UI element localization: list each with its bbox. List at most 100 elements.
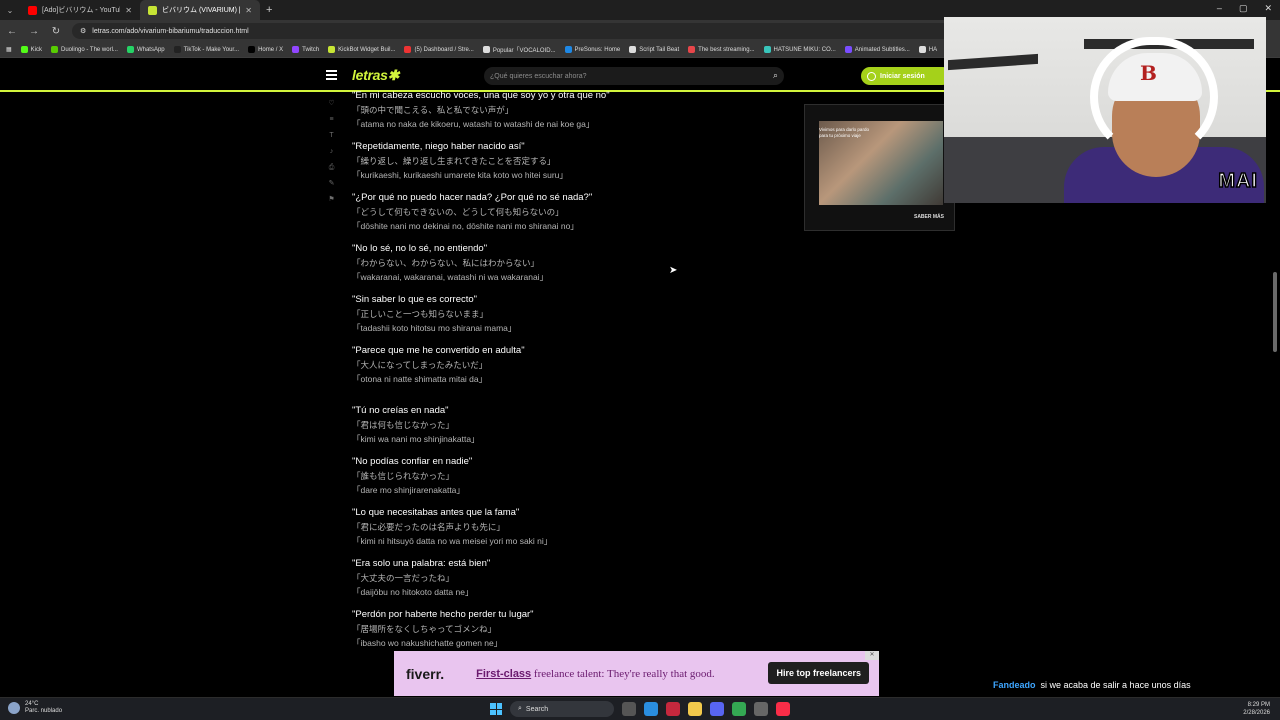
forward-arrow-icon[interactable]: →: [28, 26, 40, 37]
bookmark-item[interactable]: The best streaming...: [688, 46, 755, 53]
streamer-name-overlay: MAI: [1218, 169, 1258, 193]
ad-close-icon[interactable]: ✕: [865, 651, 879, 660]
chat-text: si we acaba de salir a hace unos días: [1040, 680, 1191, 690]
tab-close-icon[interactable]: ✕: [245, 6, 252, 15]
youtube-icon: [28, 5, 37, 15]
tiktok-icon: [173, 46, 181, 53]
romaji-line: 「daijōbu no hitokoto datta ne」: [352, 587, 474, 597]
edge-icon[interactable]: [644, 702, 658, 716]
search-placeholder: ¿Qué quieres escuchar ahora?: [490, 72, 587, 80]
bookmark-item[interactable]: Kick: [20, 46, 42, 53]
chrome-icon[interactable]: [732, 702, 746, 716]
bookmark-item[interactable]: TikTok - Make Your...: [173, 46, 239, 53]
playlist-add-icon[interactable]: ≡: [327, 116, 336, 124]
romaji-line: 「dōshite nani mo dekinai no, dōshite nan…: [352, 221, 579, 231]
duolingo-icon: [51, 46, 59, 53]
lyric-line: "No podías confiar en nadie" 「誰も信じられなかった…: [352, 455, 772, 497]
subtitles-icon: [844, 46, 852, 53]
windows-start-icon[interactable]: [490, 703, 502, 715]
kick-icon: [20, 46, 28, 53]
x-icon: [248, 46, 256, 53]
learn-more-button[interactable]: SABER MÁS: [914, 214, 944, 220]
new-tab-plus-icon[interactable]: +: [266, 4, 272, 16]
lyric-line: "Era solo una palabra: está bien" 「大丈夫の一…: [352, 557, 772, 599]
tab-close-icon[interactable]: ✕: [125, 6, 132, 15]
url-field[interactable]: ⚙ letras.com/ado/vivarium-bibariumu/trad…: [72, 23, 952, 39]
tab-search-chevron-icon[interactable]: ⌄: [0, 6, 20, 15]
romaji-line: 「ibasho wo nakushichatte gomen ne」: [352, 638, 503, 648]
chat-username: Fandeado: [993, 680, 1036, 690]
bookmark-item[interactable]: WhatsApp: [126, 46, 165, 53]
spanish-line: "Perdón por haberte hecho perder tu luga…: [352, 609, 534, 620]
bookmark-item[interactable]: Animated Subtitles...: [844, 46, 910, 53]
search-icon: ⌕: [518, 705, 522, 712]
reload-icon[interactable]: ↻: [50, 26, 62, 37]
site-search-input[interactable]: ¿Qué quieres escuchar ahora? ⌕: [484, 67, 784, 85]
music-app-icon[interactable]: [776, 702, 790, 716]
japanese-line: 「君は何も信じなかった」: [352, 420, 455, 430]
discord-icon[interactable]: [710, 702, 724, 716]
bookmark-icon: [918, 46, 926, 53]
task-view-icon[interactable]: [622, 702, 636, 716]
hire-freelancers-button[interactable]: Hire top freelancers: [768, 662, 869, 684]
spanish-line: "¿Por qué no puedo hacer nada? ¿Por qué …: [352, 192, 593, 203]
folder-icon: [482, 46, 490, 53]
spanish-line: "Era solo una palabra: está bien": [352, 558, 491, 569]
minimize-icon[interactable]: –: [1217, 3, 1222, 14]
tab-title: [Ado]ビバリウム - YouTube: [42, 7, 121, 14]
url-text: letras.com/ado/vivarium-bibariumu/traduc…: [92, 27, 249, 35]
cap-logo: B: [1140, 61, 1157, 85]
maximize-icon[interactable]: ▢: [1239, 3, 1248, 14]
ad-video-text: Vivimos para darlo pardo para tu próximo…: [819, 127, 869, 138]
weather-widget[interactable]: 24°C Parc. nublado: [8, 701, 62, 715]
mouse-cursor-icon: ➤: [669, 265, 678, 276]
letras-logo[interactable]: letras✱: [352, 67, 399, 84]
bookmark-item[interactable]: HATSUNE MIKU: CO...: [763, 46, 836, 53]
steam-icon[interactable]: [666, 702, 680, 716]
bookmark-item[interactable]: PreSonus: Home: [564, 46, 620, 53]
bookmark-item[interactable]: HA: [918, 46, 937, 53]
bookmark-item[interactable]: (5) Dashboard / Stre...: [404, 46, 474, 53]
page-scrollbar[interactable]: [1273, 272, 1277, 352]
print-icon[interactable]: ⎙: [327, 164, 336, 172]
flag-icon[interactable]: ⚑: [327, 196, 336, 204]
lyric-line: "Sin saber lo que es correcto" 「正しいこと一つも…: [352, 293, 772, 335]
chat-message: Fandeado si we acaba de salir a hace unos…: [993, 680, 1191, 690]
romaji-line: 「kurikaeshi, kurikaeshi umarete kita kot…: [352, 170, 568, 180]
edit-icon[interactable]: ✎: [327, 180, 336, 188]
bookmark-item[interactable]: Duolingo - The worl...: [51, 46, 118, 53]
taskbar-search[interactable]: ⌕ Search: [510, 701, 614, 717]
bookmark-item[interactable]: Home / X: [248, 46, 283, 53]
hamburger-menu-icon[interactable]: [326, 70, 337, 82]
apps-grid-icon[interactable]: ▦: [6, 46, 12, 53]
favorite-heart-icon[interactable]: ♡: [327, 100, 336, 108]
lyrics-translation: "En mi cabeza escucho voces, una que soy…: [352, 89, 772, 659]
system-clock[interactable]: 8:29 PM 2/28/2026: [1243, 701, 1270, 717]
clock-time: 8:29 PM: [1247, 702, 1270, 708]
tab-letras[interactable]: ビバリウム (VIVARIUM) [EN ESPAÑ ✕: [140, 0, 260, 20]
file-explorer-icon[interactable]: [688, 702, 702, 716]
bookmark-item[interactable]: Script Tail Beat: [629, 46, 679, 53]
romaji-line: 「otona ni natte shimatta mitai da」: [352, 374, 488, 384]
lyric-line: "No lo sé, no lo sé, no entiendo" 「わからない…: [352, 242, 772, 284]
bookmark-item[interactable]: KickBot Widget Buil...: [328, 46, 395, 53]
font-size-icon[interactable]: T: [327, 132, 336, 140]
romaji-line: 「dare mo shinjirarenakatta」: [352, 485, 465, 495]
lyric-line: "Lo que necesitabas antes que la fama" 「…: [352, 506, 772, 548]
login-button[interactable]: Iniciar sesión: [861, 67, 951, 85]
site-info-icon[interactable]: ⚙: [80, 27, 86, 35]
bookmark-item[interactable]: Popular「VOCALOID...: [482, 45, 556, 54]
back-arrow-icon[interactable]: ←: [6, 26, 18, 37]
tone-icon[interactable]: ♪: [327, 148, 336, 156]
tab-youtube[interactable]: [Ado]ビバリウム - YouTube ✕: [20, 0, 140, 20]
spanish-line: "No podías confiar en nadie": [352, 456, 473, 467]
twitch-icon: [292, 46, 300, 53]
side-video-ad[interactable]: Vivimos para darlo pardo para tu próximo…: [804, 104, 955, 231]
fiverr-banner-ad[interactable]: fiverr. First-class freelance talent: Th…: [394, 651, 879, 696]
tab-title: ビバリウム (VIVARIUM) [EN ESPAÑ: [162, 7, 240, 14]
settings-icon[interactable]: [754, 702, 768, 716]
close-window-icon[interactable]: ✕: [1264, 3, 1272, 14]
bookmark-item[interactable]: Twitch: [292, 46, 319, 53]
romaji-line: 「atama no naka de kikoeru, watashi to wa…: [352, 119, 595, 129]
search-icon[interactable]: ⌕: [773, 70, 778, 81]
